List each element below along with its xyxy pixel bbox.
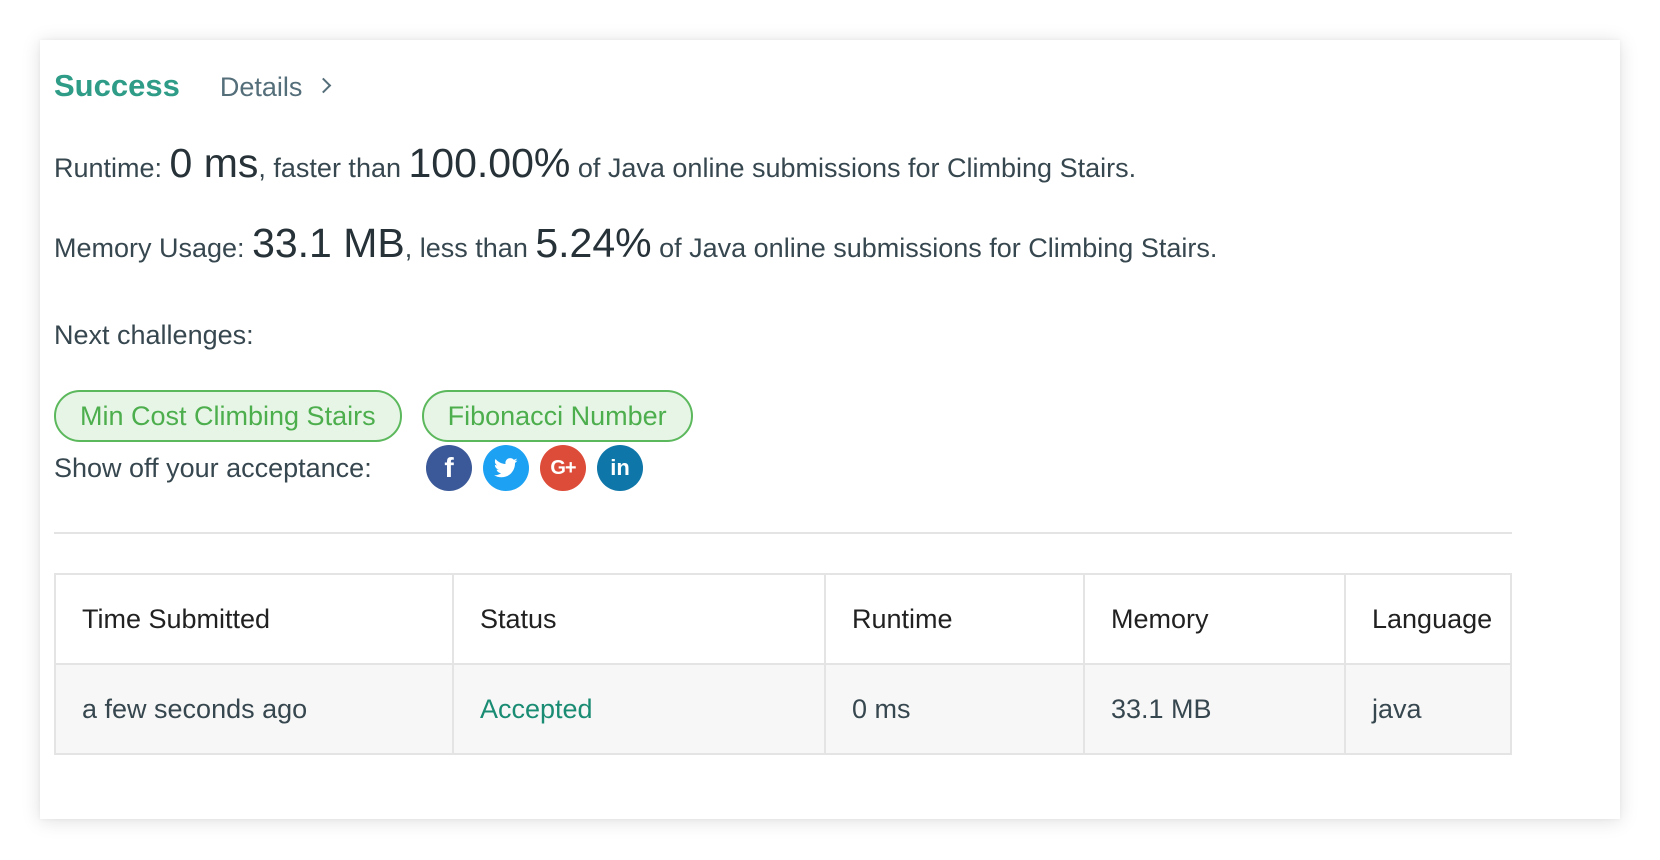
- challenge-fibonacci-number[interactable]: Fibonacci Number: [421, 390, 693, 442]
- cell-status-link[interactable]: Accepted: [452, 663, 826, 755]
- chevron-right-icon: [316, 77, 332, 94]
- runtime-suffix: of Java online submissions for Climbing …: [570, 153, 1137, 183]
- next-challenges-label: Next challenges:: [54, 320, 254, 350]
- runtime-comparison: , faster than: [258, 153, 409, 183]
- challenge-min-cost-climbing-stairs[interactable]: Min Cost Climbing Stairs: [54, 390, 402, 442]
- column-status: Status: [452, 573, 826, 665]
- table-row: a few seconds ago Accepted 0 ms 33.1 MB …: [54, 663, 1512, 755]
- cell-runtime: 0 ms: [824, 663, 1085, 755]
- memory-suffix: of Java online submissions for Climbing …: [651, 233, 1218, 263]
- runtime-label: Runtime:: [54, 153, 170, 183]
- column-runtime: Runtime: [824, 573, 1085, 665]
- runtime-value: 0 ms: [169, 140, 259, 186]
- linkedin-icon[interactable]: in: [597, 445, 643, 491]
- column-memory: Memory: [1083, 573, 1346, 665]
- memory-comparison: , less than: [404, 233, 536, 263]
- memory-percent: 5.24%: [535, 220, 652, 266]
- next-challenges-list: Min Cost Climbing Stairs Fibonacci Numbe…: [54, 390, 693, 442]
- google-plus-icon[interactable]: G+: [540, 445, 586, 491]
- cell-language: java: [1344, 663, 1512, 755]
- submission-result-card: Success Details Runtime: 0 ms, faster th…: [40, 40, 1620, 819]
- twitter-icon[interactable]: [483, 445, 529, 491]
- runtime-stat: Runtime: 0 ms, faster than 100.00% of Ja…: [54, 140, 1136, 187]
- column-time-submitted: Time Submitted: [54, 573, 454, 665]
- table-header-row: Time Submitted Status Runtime Memory Lan…: [54, 573, 1512, 665]
- memory-label: Memory Usage:: [54, 233, 253, 263]
- cell-memory: 33.1 MB: [1083, 663, 1346, 755]
- share-label: Show off your acceptance:: [54, 452, 372, 483]
- column-language: Language: [1344, 573, 1512, 665]
- memory-value: 33.1 MB: [252, 220, 405, 266]
- details-label: Details: [219, 72, 303, 102]
- details-link[interactable]: Details: [219, 72, 332, 103]
- divider: [54, 532, 1512, 534]
- share-row: Show off your acceptance: f G+ in: [54, 445, 654, 491]
- memory-stat: Memory Usage: 33.1 MB, less than 5.24% o…: [54, 220, 1217, 267]
- result-header: Success Details: [54, 68, 332, 104]
- result-status: Success: [54, 68, 180, 103]
- cell-time-submitted: a few seconds ago: [54, 663, 454, 755]
- submissions-table: Time Submitted Status Runtime Memory Lan…: [54, 573, 1512, 755]
- runtime-percent: 100.00%: [408, 140, 571, 186]
- facebook-icon[interactable]: f: [426, 445, 472, 491]
